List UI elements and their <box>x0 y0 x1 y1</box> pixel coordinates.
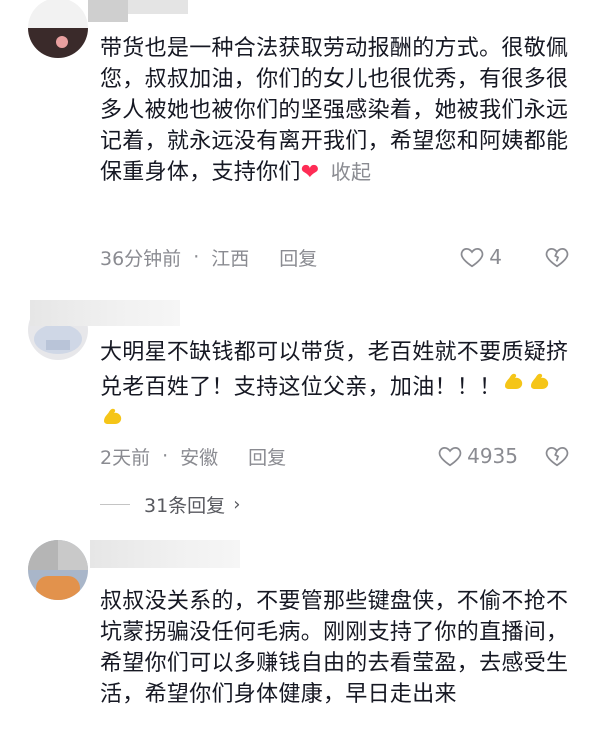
comment-actions: 4 <box>459 242 570 272</box>
blurred-username <box>30 300 180 326</box>
like-button[interactable]: 4935 <box>437 443 518 469</box>
comment-1: 带货也是一种合法获取劳动报酬的方式。很敬佩您，叔叔加油，你们的女儿也很优秀，有很… <box>0 0 600 290</box>
reply-button[interactable]: 回复 <box>279 244 317 271</box>
more-replies-label: 31条回复 <box>144 494 226 517</box>
comment-text: 叔叔没关系的，不要管那些键盘侠，不偷不抢不坑蒙拐骗没任何毛病。刚刚支持了你的直播… <box>100 589 569 707</box>
blurred-username <box>88 0 128 22</box>
collapse-button[interactable]: 收起 <box>331 160 372 184</box>
comment-2: 大明星不缺钱都可以带货，老百姓就不要质疑挤兑老百姓了！支持这位父亲，加油！！！ … <box>0 290 600 530</box>
avatar[interactable] <box>28 0 88 58</box>
blurred-username <box>90 540 240 568</box>
separator-dot: · <box>193 246 200 268</box>
view-more-replies[interactable]: 31条回复 › <box>100 489 240 519</box>
like-count: 4935 <box>467 444 518 468</box>
comment-text: 大明星不缺钱都可以带货，老百姓就不要质疑挤兑老百姓了！支持这位父亲，加油！！！ <box>100 337 570 438</box>
heart-outline-icon <box>460 248 484 268</box>
separator-dot: · <box>162 445 169 467</box>
dislike-button[interactable] <box>544 244 570 270</box>
comment-time: 2天前 <box>100 446 151 469</box>
comment-location: 安徽 <box>180 446 219 469</box>
comment-3: 叔叔没关系的，不要管那些键盘侠，不偷不抢不坑蒙拐骗没任何毛病。刚刚支持了你的直播… <box>0 530 600 753</box>
comment-text: 带货也是一种合法获取劳动报酬的方式。很敬佩您，叔叔加油，你们的女儿也很优秀，有很… <box>100 36 569 185</box>
broken-heart-icon <box>545 447 569 467</box>
reply-button[interactable]: 回复 <box>248 443 286 470</box>
comment-actions: 4935 <box>437 441 570 471</box>
chevron-right-icon: › <box>233 493 241 515</box>
blurred-username <box>128 0 188 14</box>
broken-heart-icon <box>545 248 569 268</box>
heart-emoji: ❤ <box>300 160 320 185</box>
avatar[interactable] <box>28 540 88 600</box>
comment-time: 36分钟前 <box>100 247 182 270</box>
dislike-button[interactable] <box>544 443 570 469</box>
like-button[interactable]: 4 <box>459 244 502 270</box>
divider-line <box>100 503 130 505</box>
comment-location: 江西 <box>211 247 250 270</box>
heart-outline-icon <box>438 447 462 467</box>
like-count: 4 <box>489 245 502 269</box>
